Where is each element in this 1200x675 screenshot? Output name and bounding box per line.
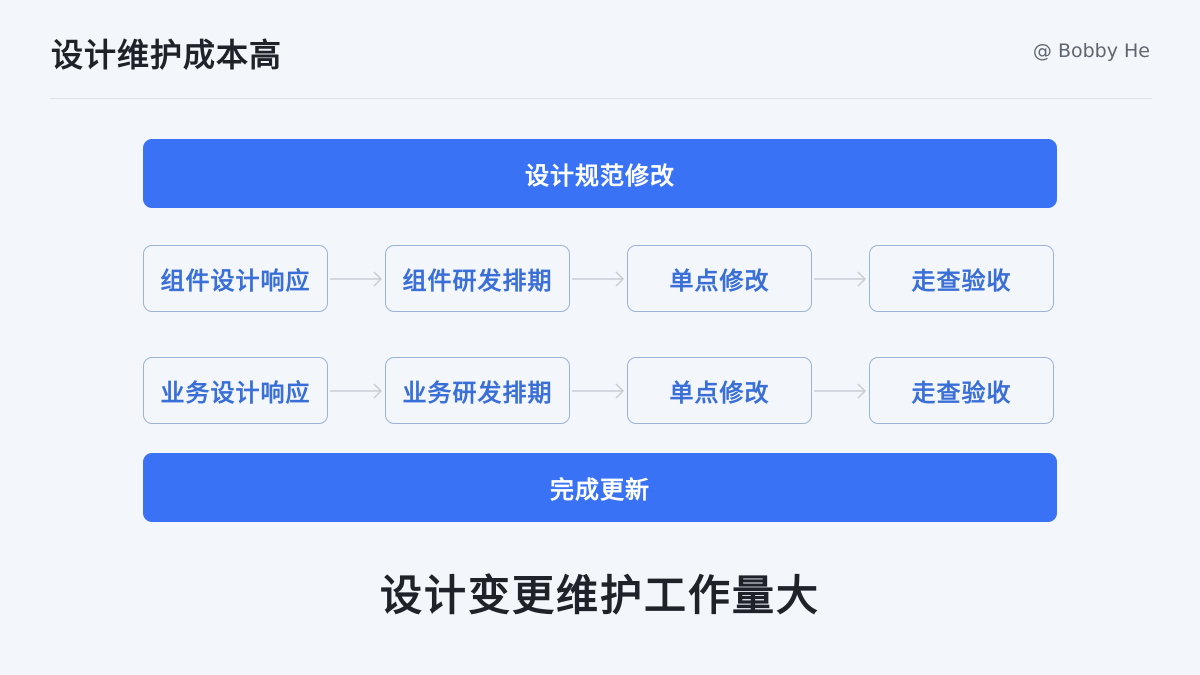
flow-step: 组件研发排期 (385, 245, 570, 312)
arrow-right-icon (812, 381, 869, 401)
flow-step: 组件设计响应 (143, 245, 328, 312)
arrow-right-icon (328, 269, 385, 289)
update-complete-bar: 完成更新 (143, 453, 1057, 522)
flow-step: 单点修改 (627, 245, 812, 312)
flow-step: 走查验收 (869, 357, 1054, 424)
flow-step: 单点修改 (627, 357, 812, 424)
slide-title: 设计维护成本高 (51, 36, 283, 74)
design-spec-change-bar: 设计规范修改 (143, 139, 1057, 208)
author-credit: @ Bobby He (1032, 40, 1150, 62)
component-flow-row: 组件设计响应 组件研发排期 单点修改 走查验收 (143, 244, 1057, 313)
business-flow-row: 业务设计响应 业务研发排期 单点修改 走查验收 (143, 356, 1057, 425)
arrow-right-icon (328, 381, 385, 401)
header-divider (50, 98, 1152, 99)
flow-step: 业务设计响应 (143, 357, 328, 424)
flow-step: 业务研发排期 (385, 357, 570, 424)
flow-step: 走查验收 (869, 245, 1054, 312)
arrow-right-icon (812, 269, 869, 289)
conclusion-text: 设计变更维护工作量大 (379, 571, 820, 620)
arrow-right-icon (570, 269, 627, 289)
arrow-right-icon (570, 381, 627, 401)
